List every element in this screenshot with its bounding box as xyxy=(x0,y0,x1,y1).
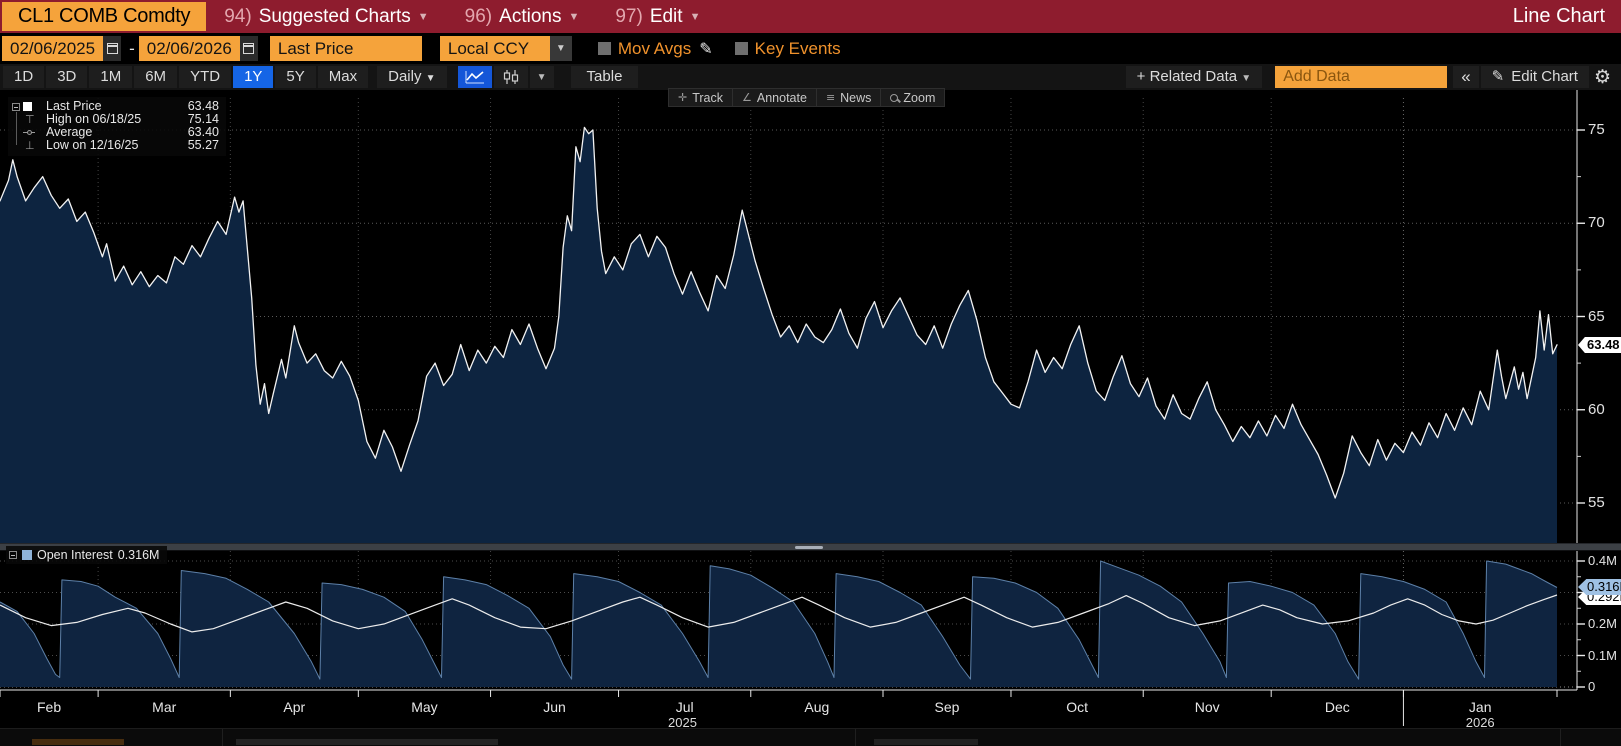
zoom-icon xyxy=(890,93,899,102)
annotate-button[interactable]: ∠ Annotate xyxy=(733,89,817,106)
news-button[interactable]: ≡ News xyxy=(817,89,882,106)
clipped-text-fragment xyxy=(874,739,978,745)
last-price-swatch xyxy=(23,102,32,111)
x-axis-month-label: Jul xyxy=(675,699,694,715)
tool-label: News xyxy=(840,90,872,105)
y-axis-tick-label: 70 xyxy=(1588,214,1605,232)
oi-primary-callout: 0.316M xyxy=(1578,579,1621,595)
chart-plot-area[interactable] xyxy=(0,0,1621,746)
open-interest-legend[interactable]: Open Interest 0.316M xyxy=(6,546,168,564)
low-marker-icon: ⊥ xyxy=(25,139,35,152)
oi-axis-tick-label: 0 xyxy=(1588,679,1596,694)
collapse-box-icon[interactable] xyxy=(9,551,17,559)
bottom-status-strip xyxy=(0,728,1621,746)
x-axis-month-label: Apr xyxy=(283,699,306,715)
legend-marker xyxy=(13,130,43,135)
x-axis-month-label: Dec xyxy=(1324,699,1350,715)
clipped-text-fragment xyxy=(32,739,124,745)
y-axis-tick-label: 65 xyxy=(1588,307,1605,325)
track-icon: ✛ xyxy=(678,91,688,104)
annotate-icon: ∠ xyxy=(742,91,752,104)
x-axis-month-label: Aug xyxy=(804,699,830,715)
oi-axis-tick-label: 0.2M xyxy=(1588,616,1617,631)
high-marker-icon: ⊤ xyxy=(25,113,35,126)
news-icon: ≡ xyxy=(825,91,836,104)
panel-divider[interactable] xyxy=(0,543,1621,551)
price-legend: Last Price 63.48 ⊤ High on 06/18/25 75.14 Ave… xyxy=(8,97,226,156)
open-interest-label: Open Interest xyxy=(37,548,113,562)
strip-divider xyxy=(855,729,856,746)
clipped-text-fragment xyxy=(236,739,498,745)
y-axis-tick-label: 75 xyxy=(1588,121,1605,138)
strip-divider xyxy=(1560,729,1561,746)
legend-row-3[interactable]: ⊥ Low on 12/16/25 55.27 xyxy=(13,138,219,153)
legend-value: 55.27 xyxy=(187,138,219,152)
zoom-button[interactable]: Zoom xyxy=(881,89,944,106)
y-axis-tick-label: 60 xyxy=(1588,400,1605,418)
x-axis-month-label: Oct xyxy=(1066,699,1088,715)
x-axis-month-label: Feb xyxy=(36,699,62,715)
legend-marker: ⊤ xyxy=(13,113,43,126)
oi-axis-tick-label: 0.4M xyxy=(1588,553,1617,568)
tool-label: Track xyxy=(692,90,724,105)
strip-divider xyxy=(222,729,223,746)
last-price-callout: 63.48 xyxy=(1578,337,1621,353)
tool-label: Zoom xyxy=(903,90,936,105)
oi-axis-tick-label: 0.1M xyxy=(1588,647,1617,663)
x-axis-month-label: Jun xyxy=(543,699,566,715)
x-axis-month-label: Jan xyxy=(1468,699,1492,715)
x-axis-month-label: Mar xyxy=(152,699,177,715)
collapse-box-icon[interactable] xyxy=(12,102,20,111)
tool-label: Annotate xyxy=(756,90,807,105)
open-interest-swatch xyxy=(22,550,32,560)
open-interest-value: 0.316M xyxy=(117,548,160,562)
panel-divider-handle[interactable] xyxy=(795,546,823,549)
legend-marker: ⊥ xyxy=(13,139,43,152)
legend-marker xyxy=(12,102,43,111)
track-button[interactable]: ✛ Track xyxy=(669,89,734,106)
legend-label: Low on 12/16/25 xyxy=(46,138,139,152)
average-marker-icon xyxy=(23,130,35,135)
x-axis-month-label: Sep xyxy=(934,699,960,715)
y-axis-tick-label: 55 xyxy=(1588,494,1605,511)
x-axis-month-label: May xyxy=(411,699,438,715)
x-axis-month-label: Nov xyxy=(1194,699,1220,715)
chart-tools-bar: ✛ Track ∠ Annotate ≡ News Zoom xyxy=(668,88,946,107)
